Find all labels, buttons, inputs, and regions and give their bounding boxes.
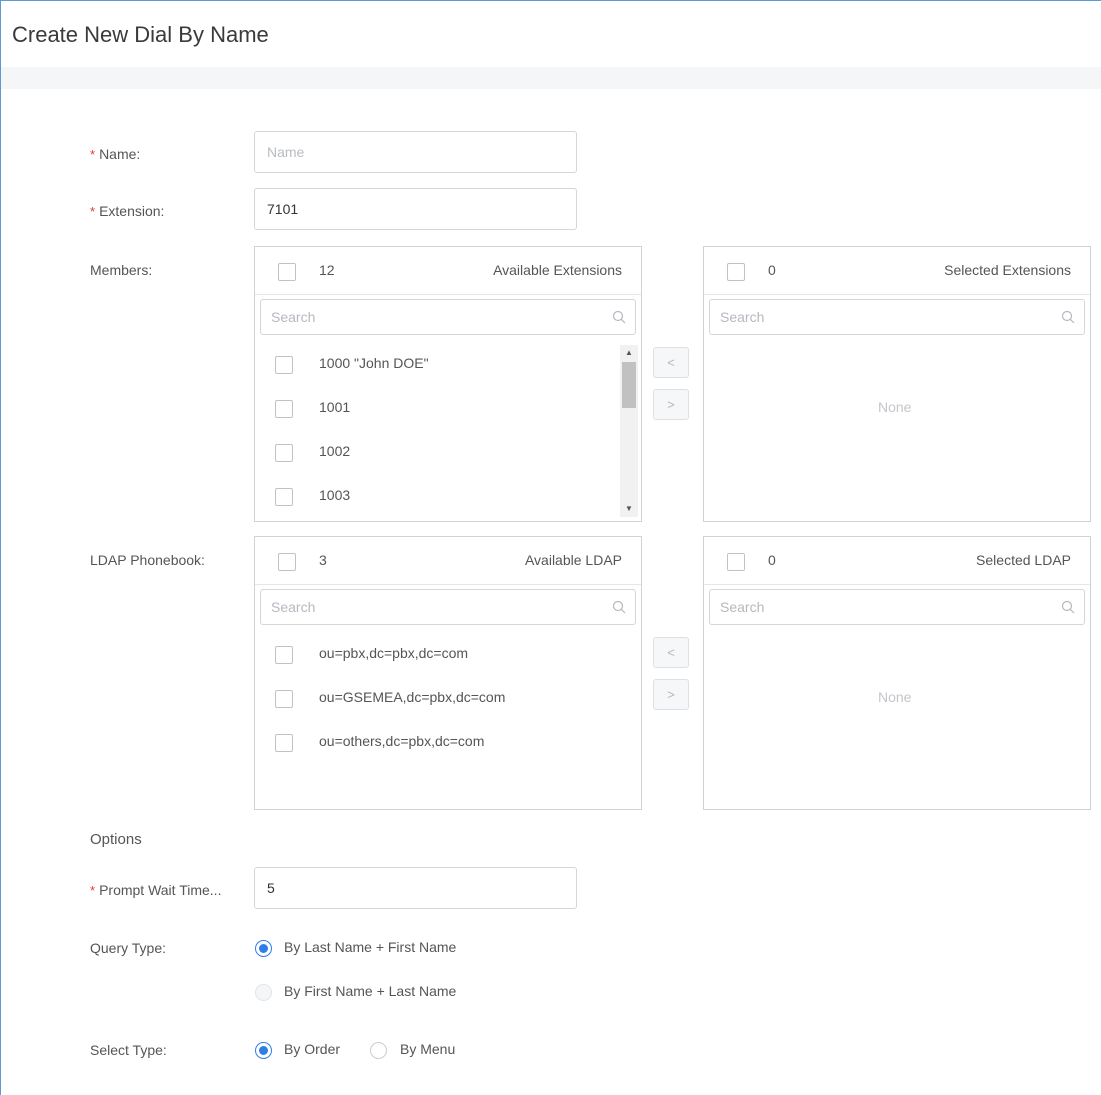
move-left-button[interactable]: < <box>653 637 689 668</box>
select-type-option-label[interactable]: By Menu <box>400 1041 455 1057</box>
panel-title: Available Extensions <box>493 262 622 278</box>
dialog-header: Create New Dial By Name <box>1 1 1101 67</box>
selected-ldap-panel: 0 Selected LDAP None <box>703 536 1091 810</box>
item-label: 1002 <box>319 443 351 459</box>
item-label: ou=pbx,dc=pbx,dc=com <box>319 645 469 661</box>
select-all-checkbox[interactable] <box>278 553 296 571</box>
item-checkbox[interactable] <box>275 734 293 752</box>
query-type-radio-last-first[interactable] <box>255 940 272 957</box>
item-checkbox[interactable] <box>275 488 293 506</box>
search-box <box>709 299 1085 335</box>
triangle-up-icon[interactable]: ▲ <box>620 345 638 361</box>
prompt-wait-label: Prompt Wait Time... <box>99 882 222 898</box>
query-type-radio-first-last[interactable] <box>255 984 272 1001</box>
item-checkbox[interactable] <box>275 444 293 462</box>
panel-title: Selected Extensions <box>944 262 1071 278</box>
select-all-checkbox[interactable] <box>278 263 296 281</box>
empty-list-text: None <box>878 399 912 415</box>
item-label: ou=GSEMEA,dc=pbx,dc=com <box>319 689 506 705</box>
move-left-button[interactable]: < <box>653 347 689 378</box>
members-label: Members: <box>90 262 153 278</box>
ldap-phonebook-label: LDAP Phonebook: <box>90 552 205 568</box>
select-type-option-label[interactable]: By Order <box>284 1041 340 1057</box>
panel-header: 12 Available Extensions <box>255 247 641 295</box>
search-icon[interactable] <box>1061 600 1075 614</box>
item-checkbox[interactable] <box>275 646 293 664</box>
empty-list-text: None <box>878 689 912 705</box>
query-type-label: Query Type: <box>90 940 167 956</box>
panel-header: 0 Selected LDAP <box>704 537 1090 585</box>
search-icon[interactable] <box>612 600 626 614</box>
list-scrollbar[interactable]: ▲ ▼ <box>620 345 638 517</box>
item-label: 1000 "John DOE" <box>319 355 429 371</box>
options-section-label: Options <box>90 831 142 848</box>
item-checkbox[interactable] <box>275 356 293 374</box>
search-input[interactable] <box>261 590 635 624</box>
select-all-checkbox[interactable] <box>727 263 745 281</box>
header-divider-strip <box>1 67 1101 89</box>
extension-label-row: * Extension: <box>90 203 164 219</box>
search-input[interactable] <box>261 300 635 334</box>
name-input[interactable] <box>254 131 577 173</box>
panel-header: 3 Available LDAP <box>255 537 641 585</box>
panel-title: Available LDAP <box>524 552 622 568</box>
extension-input[interactable] <box>254 188 577 230</box>
selected-extensions-panel: 0 Selected Extensions None <box>703 246 1091 522</box>
move-right-button[interactable]: > <box>653 679 689 710</box>
search-box <box>709 589 1085 625</box>
available-extensions-panel: 12 Available Extensions 1000 "John DOE" … <box>254 246 642 522</box>
window-frame-left <box>0 0 1 1095</box>
query-type-option-label[interactable]: By First Name + Last Name <box>284 983 456 999</box>
panel-count: 0 <box>768 262 776 278</box>
item-label: 1001 <box>319 399 351 415</box>
page-title: Create New Dial By Name <box>12 22 269 47</box>
name-label-row: * Name: <box>90 146 140 162</box>
required-mark: * <box>90 883 96 898</box>
required-mark: * <box>90 147 96 162</box>
select-type-radio-by-menu[interactable] <box>370 1042 387 1059</box>
extension-label: Extension: <box>99 203 165 219</box>
item-label: ou=others,dc=pbx,dc=com <box>319 733 485 749</box>
name-label: Name: <box>99 146 141 162</box>
panel-count: 12 <box>319 262 335 278</box>
panel-title: Selected LDAP <box>976 552 1071 568</box>
query-type-option-label[interactable]: By Last Name + First Name <box>284 939 456 955</box>
select-all-checkbox[interactable] <box>727 553 745 571</box>
panel-header: 0 Selected Extensions <box>704 247 1090 295</box>
available-ldap-panel: 3 Available LDAP ou=pbx,dc=pbx,dc=com ou… <box>254 536 642 810</box>
search-icon[interactable] <box>1061 310 1075 324</box>
prompt-wait-label-row: * Prompt Wait Time... <box>90 882 221 898</box>
item-label: 1003 <box>319 487 351 503</box>
required-mark: * <box>90 204 96 219</box>
search-input[interactable] <box>710 590 1084 624</box>
triangle-down-icon[interactable]: ▼ <box>620 501 638 517</box>
prompt-wait-time-input[interactable] <box>254 867 577 909</box>
select-type-label: Select Type: <box>90 1042 167 1058</box>
search-icon[interactable] <box>612 310 626 324</box>
panel-count: 0 <box>768 552 776 568</box>
select-type-radio-by-order[interactable] <box>255 1042 272 1059</box>
panel-count: 3 <box>319 552 327 568</box>
move-right-button[interactable]: > <box>653 389 689 420</box>
item-checkbox[interactable] <box>275 400 293 418</box>
search-box <box>260 589 636 625</box>
search-input[interactable] <box>710 300 1084 334</box>
scrollbar-thumb[interactable] <box>622 362 636 408</box>
item-checkbox[interactable] <box>275 690 293 708</box>
search-box <box>260 299 636 335</box>
